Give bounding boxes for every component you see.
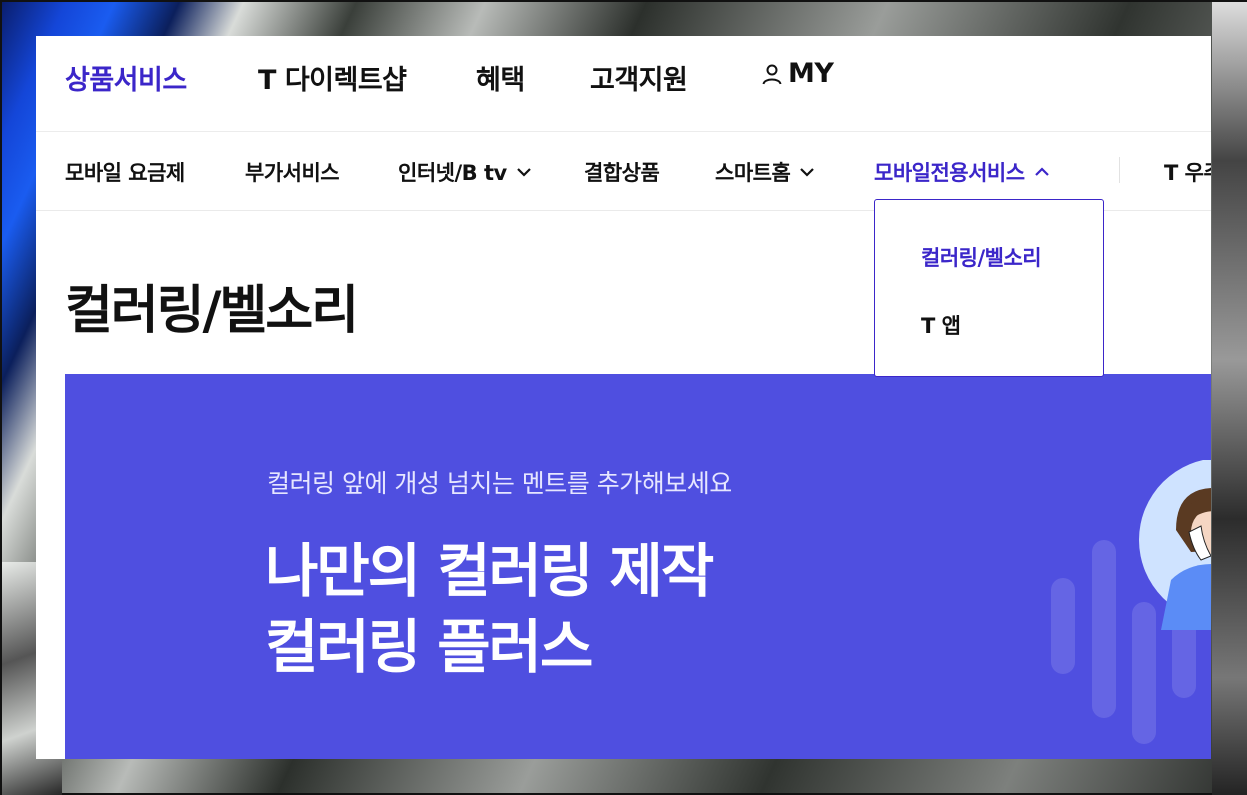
chevron-down-icon [800,168,815,177]
subnav-mobile-plans[interactable]: 모바일 요금제 [65,157,185,187]
subnav-label: 부가서비스 [245,161,340,185]
banner-headline-line1: 나만의 컬러링 제작 [265,537,714,605]
banner-headline-line2: 컬러링 플러스 [265,613,593,681]
decorative-bar [1092,540,1116,718]
subnav-internet-btv[interactable]: 인터넷/B tv [398,157,533,187]
top-nav-my[interactable]: MY [760,58,834,89]
subnav-label: T 우주 [1164,161,1211,185]
subnav-smart-home[interactable]: 스마트홈 [715,157,816,187]
browser-page: 상품서비스 T 다이렉트샵 혜택 고객지원 MY 모바일 요금제 부가서비스 인… [36,36,1211,759]
subnav-label: 모바일 요금제 [65,161,185,185]
subnav-mobile-exclusive-services[interactable]: 모바일전용서비스 [874,157,1051,187]
dropdown-item-coloring-ringtone[interactable]: 컬러링/벨소리 [921,242,1042,272]
subnav-divider [1119,157,1120,183]
top-nav-t-direct-shop[interactable]: T 다이렉트샵 [258,58,407,97]
top-nav-customer-support[interactable]: 고객지원 [590,58,688,97]
subnav-label: 결합상품 [584,161,660,185]
user-icon [762,64,782,84]
subnav-label: 모바일전용서비스 [874,161,1025,185]
chevron-up-icon [1034,167,1049,176]
promo-banner[interactable]: 컬러링 앞에 개성 넘치는 멘트를 추가해보세요 나만의 컬러링 제작 컬러링 … [65,374,1211,759]
mobile-services-dropdown: 컬러링/벨소리 T 앱 [874,199,1104,377]
subnav-label: 인터넷/B tv [398,161,507,185]
chevron-down-icon [516,168,531,177]
backdrop-streak [1212,2,1247,795]
dropdown-item-t-app[interactable]: T 앱 [921,310,961,340]
subnav-t-universe[interactable]: T 우주 [1164,157,1211,187]
subnav-label: 스마트홈 [715,161,791,185]
my-label: MY [788,58,834,89]
top-nav-products-services[interactable]: 상품서비스 [65,58,187,97]
person-on-phone-illustration [1139,460,1211,630]
banner-subtitle: 컬러링 앞에 개성 넘치는 멘트를 추가해보세요 [267,469,732,498]
subnav-add-on-services[interactable]: 부가서비스 [245,157,340,187]
top-nav-benefits[interactable]: 혜택 [476,58,525,97]
page-title: 컬러링/벨소리 [65,281,359,341]
decorative-bar [1051,578,1075,674]
subnav-bundles[interactable]: 결합상품 [584,157,660,187]
top-navigation: 상품서비스 T 다이렉트샵 혜택 고객지원 MY [36,36,1211,132]
